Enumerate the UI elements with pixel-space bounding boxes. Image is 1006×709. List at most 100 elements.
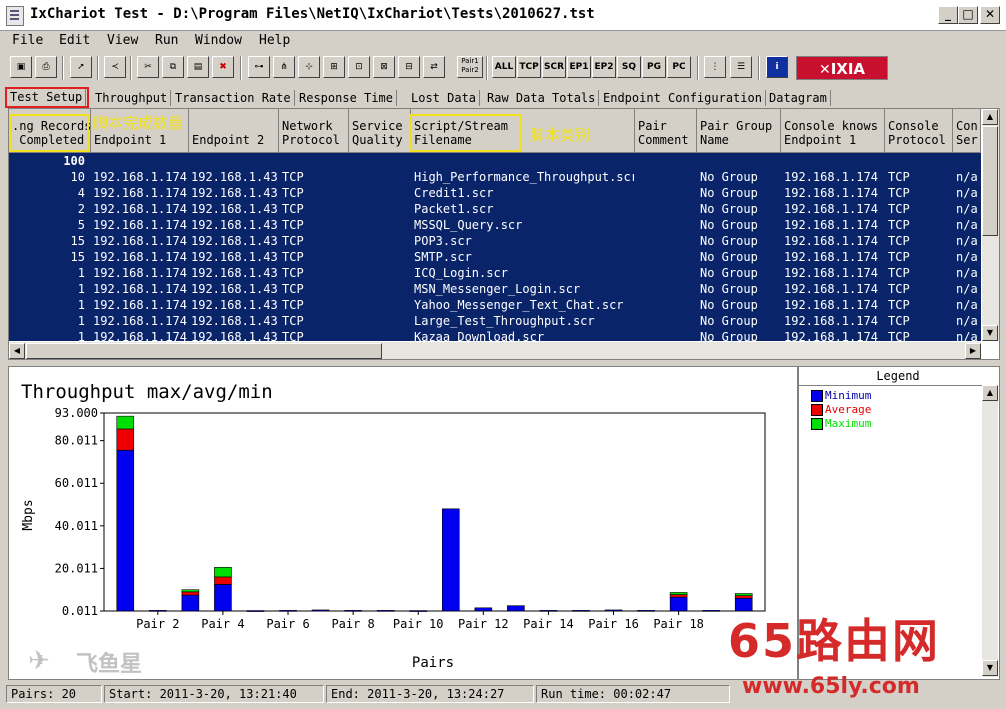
total-row[interactable]: 100 bbox=[9, 153, 981, 169]
tab-endpoint-configuration[interactable]: Endpoint Configuration bbox=[600, 90, 766, 106]
cell-group: No Group bbox=[700, 282, 758, 296]
tab-raw-data-totals[interactable]: Raw Data Totals bbox=[484, 90, 600, 106]
cell-console-endpoint: 192.168.1.174 bbox=[784, 170, 878, 184]
scroll-right-icon[interactable]: ▶ bbox=[965, 343, 981, 359]
table-row[interactable]: 1 192.168.1.174 192.168.1.43 TCP MSN_Messeng… bbox=[9, 281, 981, 297]
filter-sq-button[interactable]: SQ bbox=[617, 56, 641, 78]
col-endpoint-2[interactable]: Endpoint 2 bbox=[189, 109, 279, 153]
col-console-knows-endpoint[interactable]: Console knows Endpoint 1 bbox=[781, 109, 885, 153]
table-row[interactable]: 10 192.168.1.174 192.168.1.43 TCP High_Perfo… bbox=[9, 169, 981, 185]
cell-console-endpoint: 192.168.1.174 bbox=[784, 234, 878, 248]
tab-transaction-rate[interactable]: Transaction Rate bbox=[172, 90, 295, 106]
script-icon[interactable]: ⊡ bbox=[348, 56, 370, 78]
filter-ep2-button[interactable]: EP2 bbox=[592, 56, 616, 78]
grid-horizontal-scrollbar[interactable]: ◀ ▶ bbox=[9, 342, 981, 359]
add-multicast-icon[interactable]: ⋔ bbox=[273, 56, 295, 78]
tab-response-time[interactable]: Response Time bbox=[296, 90, 397, 106]
table-row[interactable]: 1 192.168.1.174 192.168.1.43 TCP ICQ_Login.s… bbox=[9, 265, 981, 281]
scroll-left-icon[interactable]: ◀ bbox=[9, 343, 25, 359]
table-row[interactable]: 15 192.168.1.174 192.168.1.43 TCP SMTP.scr No… bbox=[9, 249, 981, 265]
script-highlight bbox=[410, 114, 522, 152]
cell-endpoint-2: 192.168.1.43 bbox=[191, 218, 278, 232]
menu-run[interactable]: Run bbox=[155, 33, 178, 48]
cell-script: High_Performance_Throughput.scr bbox=[414, 170, 634, 184]
legend-maximum-label[interactable]: Maximum bbox=[825, 417, 871, 430]
minimize-button[interactable]: _ bbox=[938, 6, 958, 24]
table-row[interactable]: 4 192.168.1.174 192.168.1.43 TCP Credit1.scr… bbox=[9, 185, 981, 201]
col-console-protocol[interactable]: Console Protocol bbox=[885, 109, 953, 153]
cell-endpoint-2: 192.168.1.43 bbox=[191, 234, 278, 248]
save-icon[interactable]: ▣ bbox=[10, 56, 32, 78]
legend-average-label[interactable]: Average bbox=[825, 403, 871, 416]
list-icon[interactable]: ☰ bbox=[730, 56, 752, 78]
legend-average-swatch bbox=[811, 404, 823, 416]
cut-icon[interactable]: ✂ bbox=[137, 56, 159, 78]
menu-file[interactable]: File bbox=[12, 33, 43, 48]
cell-records: 2 bbox=[77, 202, 85, 216]
undo-icon[interactable]: ≺ bbox=[104, 56, 126, 78]
print-icon[interactable]: ⎙ bbox=[35, 56, 57, 78]
legend-scroll-up-icon[interactable]: ▲ bbox=[982, 385, 998, 401]
scroll-down-icon[interactable]: ▼ bbox=[982, 325, 998, 341]
bar-maximum bbox=[734, 593, 753, 596]
vertical-scroll-thumb[interactable] bbox=[982, 126, 998, 236]
grid-icon[interactable]: ⋮ bbox=[704, 56, 726, 78]
filter-scr-button[interactable]: SCR bbox=[542, 56, 566, 78]
col-network-protocol[interactable]: Network Protocol bbox=[279, 109, 349, 153]
filter-ep1-button[interactable]: EP1 bbox=[567, 56, 591, 78]
info-icon[interactable]: i bbox=[766, 56, 788, 78]
col-pair-comment[interactable]: Pair Comment bbox=[635, 109, 697, 153]
tab-lost-data[interactable]: Lost Data bbox=[408, 90, 481, 106]
paste-icon[interactable]: ▤ bbox=[187, 56, 209, 78]
app-icon[interactable] bbox=[6, 6, 24, 26]
cell-endpoint-1: 192.168.1.174 bbox=[93, 314, 187, 328]
horizontal-scroll-thumb[interactable] bbox=[26, 343, 382, 359]
legend-scroll-down-icon[interactable]: ▼ bbox=[982, 660, 998, 676]
scroll-up-icon[interactable]: ▲ bbox=[982, 109, 998, 125]
table-row[interactable]: 1 192.168.1.174 192.168.1.43 TCP Large_Test_… bbox=[9, 313, 981, 329]
tab-throughput[interactable]: Throughput bbox=[92, 90, 172, 106]
edit-pair-icon[interactable]: ⊹ bbox=[298, 56, 320, 78]
add-pair-icon[interactable]: ⊶ bbox=[248, 56, 270, 78]
table-row[interactable]: 2 192.168.1.174 192.168.1.43 TCP Packet1.scr… bbox=[9, 201, 981, 217]
copy-icon[interactable]: ⧉ bbox=[162, 56, 184, 78]
grid-vertical-scrollbar[interactable]: ▲ ▼ bbox=[982, 109, 999, 341]
cell-endpoint-2: 192.168.1.43 bbox=[191, 250, 278, 264]
menu-view[interactable]: View bbox=[107, 33, 138, 48]
filter-pc-button[interactable]: PC bbox=[667, 56, 691, 78]
legend-minimum-label[interactable]: Minimum bbox=[825, 389, 871, 402]
cell-console-service: n/a bbox=[956, 218, 978, 232]
delete-icon[interactable]: ✖ bbox=[212, 56, 234, 78]
menu-help[interactable]: Help bbox=[259, 33, 290, 48]
swap-icon[interactable]: ⇄ bbox=[423, 56, 445, 78]
table-row[interactable]: 1 192.168.1.174 192.168.1.43 TCP Kazaa_Downl… bbox=[9, 329, 981, 341]
rename-icon[interactable]: ⊟ bbox=[398, 56, 420, 78]
pair-group-icon[interactable]: ⊞ bbox=[323, 56, 345, 78]
col-pair-group-name[interactable]: Pair Group Name bbox=[697, 109, 781, 153]
run-icon[interactable]: ➚ bbox=[70, 56, 92, 78]
table-row[interactable]: 15 192.168.1.174 192.168.1.43 TCP POP3.scr No… bbox=[9, 233, 981, 249]
bar-minimum bbox=[116, 449, 135, 612]
col-console-service[interactable]: Con Ser bbox=[953, 109, 981, 153]
filter-tcp-button[interactable]: TCP bbox=[517, 56, 541, 78]
maximize-button[interactable]: □ bbox=[958, 6, 978, 24]
endpoint-icon[interactable]: ⊠ bbox=[373, 56, 395, 78]
pair-swap-button[interactable]: Pair1 Pair2 bbox=[457, 56, 483, 78]
col-service-quality[interactable]: Service Quality bbox=[349, 109, 411, 153]
menu-edit[interactable]: Edit bbox=[59, 33, 90, 48]
bar-minimum bbox=[669, 596, 688, 612]
table-row[interactable]: 5 192.168.1.174 192.168.1.43 TCP MSSQL_Query… bbox=[9, 217, 981, 233]
cell-script: Credit1.scr bbox=[414, 186, 494, 200]
cell-records: 4 bbox=[77, 186, 85, 200]
title-bar: IxChariot Test - D:\Program Files\NetIQ\… bbox=[0, 0, 1006, 31]
filter-all-button[interactable]: ALL bbox=[492, 56, 516, 78]
status-start: Start: 2011-3-20, 13:21:40 bbox=[104, 685, 324, 703]
filter-pg-button[interactable]: PG bbox=[642, 56, 666, 78]
menu-window[interactable]: Window bbox=[195, 33, 242, 48]
tab-datagram[interactable]: Datagram bbox=[766, 90, 831, 106]
legend-scrollbar[interactable]: ▲ ▼ bbox=[982, 385, 998, 677]
cell-console-protocol: TCP bbox=[888, 186, 910, 200]
close-button[interactable]: ✕ bbox=[980, 6, 1000, 24]
table-row[interactable]: 1 192.168.1.174 192.168.1.43 TCP Yahoo_Messe… bbox=[9, 297, 981, 313]
cell-endpoint-2: 192.168.1.43 bbox=[191, 170, 278, 184]
